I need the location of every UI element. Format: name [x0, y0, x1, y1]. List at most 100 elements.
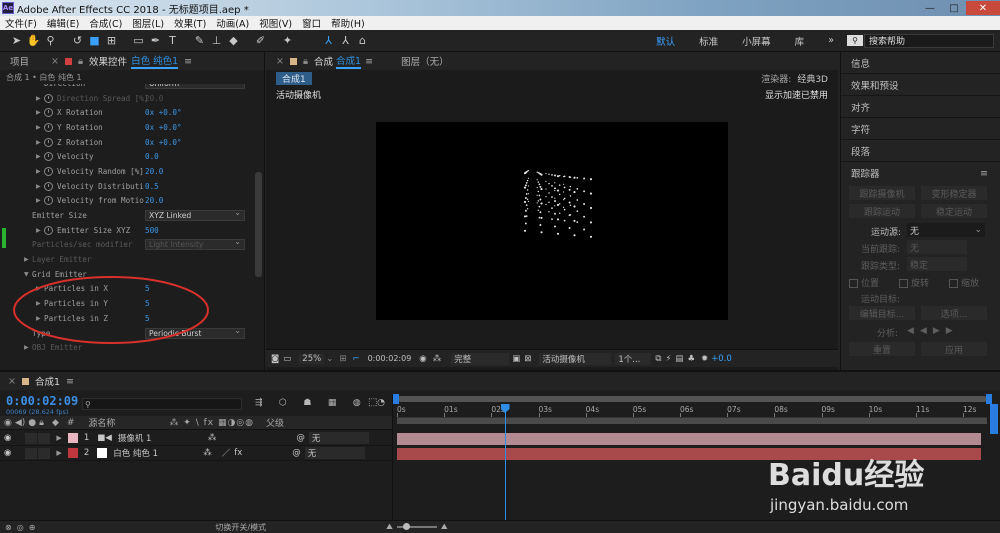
- panel-menu-icon[interactable]: ≡: [184, 56, 192, 67]
- parent-pickwhip-icon[interactable]: @: [292, 448, 301, 458]
- axis-local-icon[interactable]: ⅄: [321, 33, 336, 48]
- comp-flow-tab[interactable]: 合成1: [276, 71, 312, 85]
- parent-dropdown[interactable]: 无: [304, 447, 365, 459]
- options-button[interactable]: 选项...: [921, 306, 987, 320]
- motion-source-dropdown[interactable]: 无 ⌄: [907, 223, 985, 237]
- draft-3d-icon[interactable]: ⬡: [279, 398, 287, 408]
- axis-world-icon[interactable]: ⅄: [338, 33, 353, 48]
- timeline-icon[interactable]: ▤: [675, 354, 683, 364]
- flowchart-icon[interactable]: ♣: [687, 354, 695, 364]
- graph-editor-icon[interactable]: ◔: [377, 398, 385, 408]
- tab-composition-name[interactable]: 合成1: [336, 53, 362, 69]
- parent-header[interactable]: 父级: [266, 416, 284, 429]
- panel-menu-icon[interactable]: ≡: [980, 168, 988, 179]
- current-track-dropdown[interactable]: 无: [907, 240, 967, 254]
- shy-switch-icon[interactable]: ⁂: [203, 448, 212, 458]
- expand-arrow-icon[interactable]: ▶: [36, 139, 44, 146]
- expand-arrow-icon[interactable]: ▶: [36, 124, 44, 131]
- safe-zones-icon[interactable]: ⊞: [339, 354, 346, 364]
- menu-help[interactable]: 帮助(H): [326, 16, 370, 30]
- pen-tool-icon[interactable]: ✒: [148, 33, 163, 48]
- property-value[interactable]: 0.5: [145, 182, 159, 191]
- stopwatch-icon[interactable]: [44, 152, 53, 162]
- source-name-header[interactable]: 源名称: [88, 416, 115, 429]
- property-dropdown[interactable]: XYZ Linked: [145, 208, 245, 222]
- stopwatch-icon[interactable]: [44, 93, 53, 103]
- menu-file[interactable]: 文件(F): [0, 16, 42, 30]
- scale-checkbox[interactable]: 缩放: [949, 276, 979, 289]
- property-value[interactable]: 500: [145, 226, 159, 235]
- layer-duration-bar[interactable]: [397, 433, 981, 445]
- close-tab-icon[interactable]: ×: [8, 376, 16, 387]
- puppet-pin-tool-icon[interactable]: ✦: [280, 33, 295, 48]
- eye-icon[interactable]: ◉: [4, 448, 11, 458]
- selection-tool-icon[interactable]: ➤: [9, 33, 24, 48]
- transparency-grid-icon[interactable]: ⊠: [524, 354, 531, 364]
- rotation-checkbox[interactable]: 旋转: [899, 276, 929, 289]
- expand-arrow-icon[interactable]: ▶: [24, 256, 32, 263]
- views-layout-dropdown[interactable]: 1个...: [615, 352, 652, 365]
- menu-window[interactable]: 窗口: [297, 16, 326, 30]
- effect-property-row[interactable]: ▶ Velocity from Motio 20.0: [0, 194, 264, 209]
- panel-character[interactable]: 字符: [841, 118, 1000, 140]
- composition-canvas[interactable]: [376, 122, 728, 320]
- position-checkbox[interactable]: 位置: [849, 276, 879, 289]
- tab-layer[interactable]: 图层（无）: [401, 54, 449, 68]
- menu-view[interactable]: 视图(V): [254, 16, 297, 30]
- workspace-library[interactable]: 库: [783, 34, 817, 48]
- stopwatch-icon[interactable]: [44, 225, 53, 235]
- property-value[interactable]: 20.0: [145, 196, 163, 205]
- menu-animation[interactable]: 动画(A): [211, 16, 254, 30]
- tab-project[interactable]: 项目: [10, 54, 29, 68]
- property-dropdown[interactable]: Uniform: [145, 84, 245, 89]
- stopwatch-icon[interactable]: [44, 196, 53, 206]
- stopwatch-icon[interactable]: [44, 137, 53, 147]
- camera-tool-icon[interactable]: ■: [87, 33, 102, 48]
- maximize-button[interactable]: □: [942, 1, 966, 15]
- effect-property-row[interactable]: ▶ Y Rotation 0x +0.0°: [0, 120, 264, 135]
- playhead[interactable]: [500, 404, 510, 524]
- property-value[interactable]: 20.0: [145, 167, 163, 176]
- expand-arrow-icon[interactable]: ▶: [56, 434, 61, 442]
- panel-menu-icon[interactable]: ≡: [66, 376, 74, 387]
- layer-label-color[interactable]: [67, 448, 78, 458]
- close-tab-icon[interactable]: ×: [276, 56, 284, 67]
- expand-arrow-icon[interactable]: ▶: [36, 227, 44, 234]
- resolution-dropdown[interactable]: 完整: [451, 352, 510, 365]
- show-channel-icon[interactable]: ⁂: [433, 354, 442, 364]
- monitor-icon[interactable]: ▭: [283, 354, 291, 364]
- property-value[interactable]: 20.0: [145, 94, 163, 103]
- stopwatch-icon[interactable]: [44, 166, 53, 176]
- solo-toggle[interactable]: [25, 432, 38, 444]
- expand-arrow-icon[interactable]: ▶: [56, 449, 61, 457]
- eraser-tool-icon[interactable]: ◆: [226, 33, 241, 48]
- layer-switches-icon[interactable]: ⊗: [5, 523, 12, 532]
- expand-arrow-icon[interactable]: ▶: [36, 197, 44, 204]
- property-value[interactable]: 0x +0.0°: [145, 108, 182, 117]
- menu-edit[interactable]: 编辑(E): [42, 16, 84, 30]
- property-dropdown[interactable]: Light Intensity: [145, 237, 245, 251]
- parent-pickwhip-icon[interactable]: @: [296, 433, 305, 443]
- expand-arrow-icon[interactable]: ▶: [36, 183, 44, 190]
- panel-align[interactable]: 对齐: [841, 96, 1000, 118]
- close-tab-icon[interactable]: ×: [51, 56, 59, 67]
- pixel-aspect-icon[interactable]: ⧉: [655, 354, 661, 364]
- renderer-value[interactable]: 经典3D: [797, 72, 828, 85]
- lock-toggle[interactable]: [38, 447, 51, 459]
- scrollbar-thumb[interactable]: [255, 172, 262, 277]
- panel-info[interactable]: 信息: [841, 52, 1000, 74]
- effect-property-row[interactable]: ▶ X Rotation 0x +0.0°: [0, 105, 264, 120]
- work-area-start[interactable]: [393, 394, 399, 404]
- tab-effect-layer[interactable]: 白色 纯色1: [131, 53, 179, 69]
- stabilize-motion-button[interactable]: 稳定运动: [921, 204, 987, 218]
- panel-effects-presets[interactable]: 效果和预设: [841, 74, 1000, 96]
- mask-visibility-icon[interactable]: ⌐: [352, 354, 359, 364]
- effect-property-row[interactable]: Direction Uniform: [0, 84, 264, 91]
- effect-property-row[interactable]: ▶ Velocity Random [%] 20.0: [0, 164, 264, 179]
- layer-label-color[interactable]: [67, 433, 78, 443]
- pan-behind-tool-icon[interactable]: ⊞: [104, 33, 119, 48]
- close-button[interactable]: ✕: [966, 1, 1000, 15]
- layer-name[interactable]: 摄像机 1: [118, 432, 198, 444]
- edit-target-button[interactable]: 编辑目标...: [849, 306, 915, 320]
- lock-toggle[interactable]: [38, 432, 51, 444]
